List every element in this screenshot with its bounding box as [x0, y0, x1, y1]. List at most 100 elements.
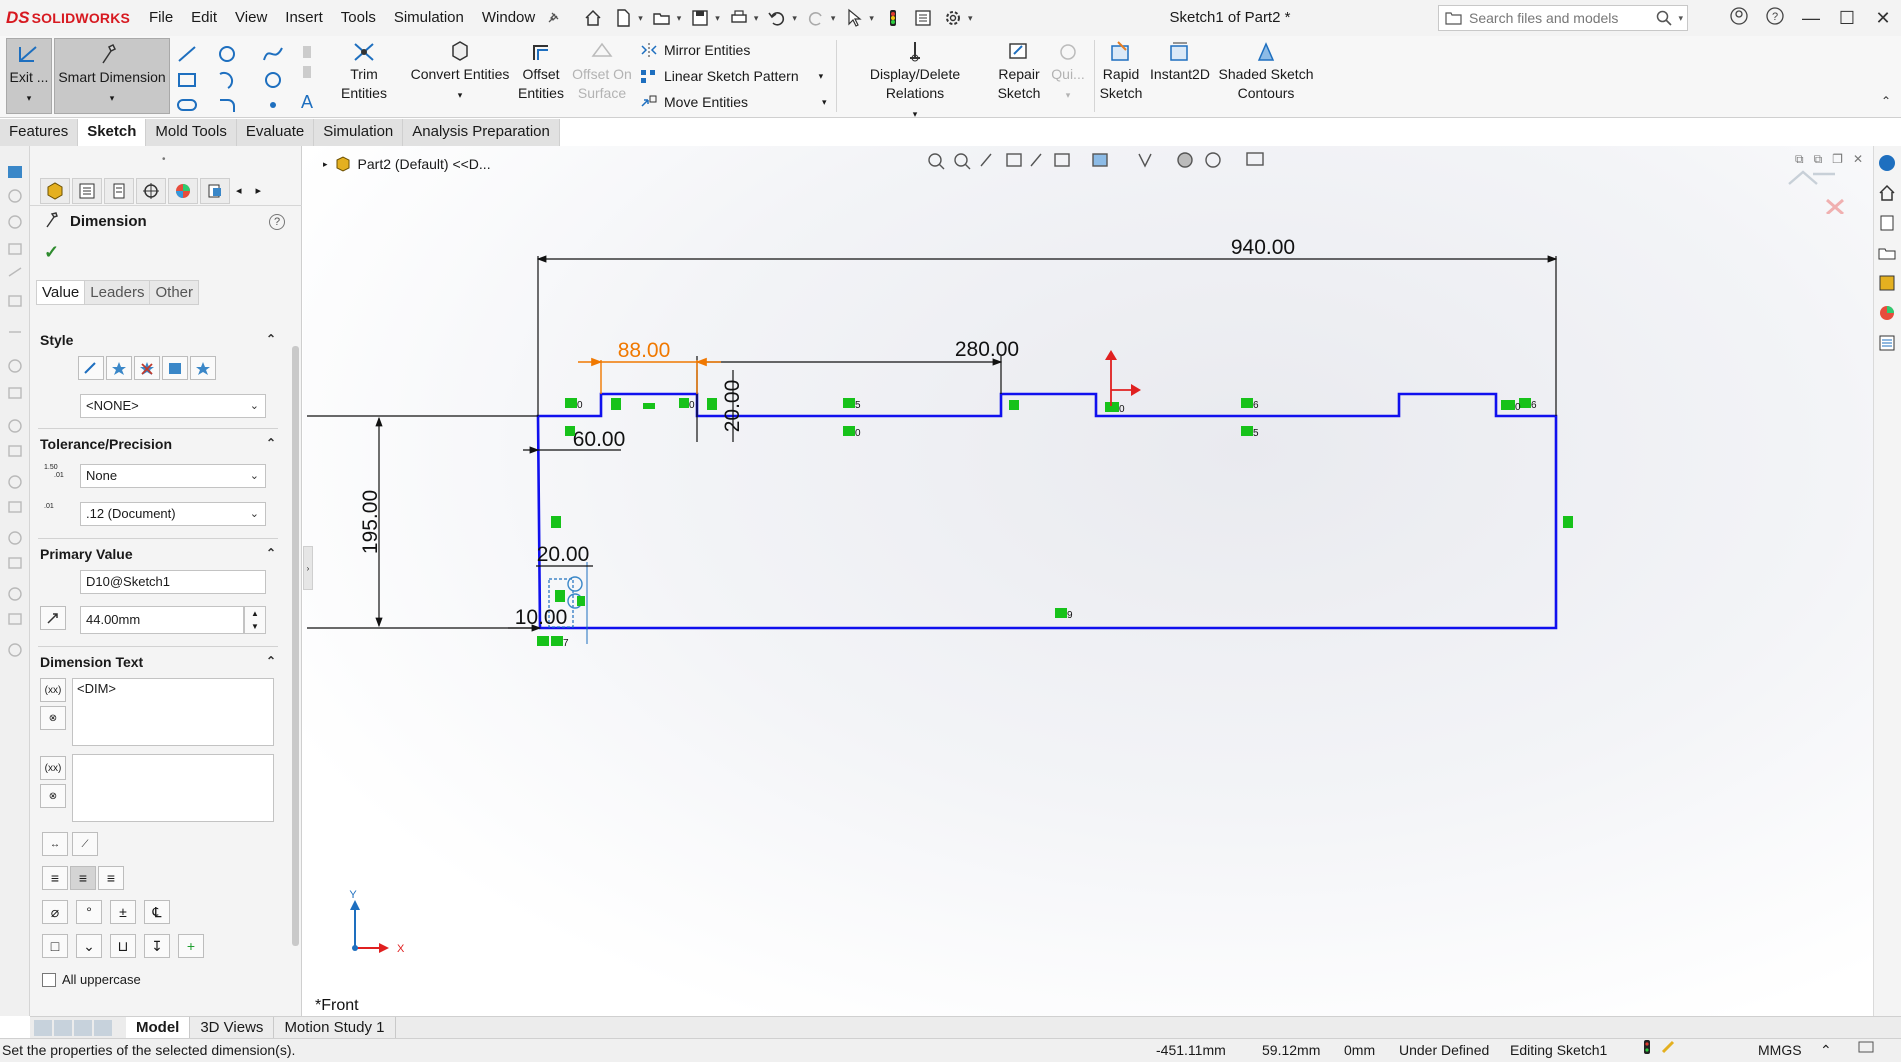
style-section-header[interactable]: Style ⌃ — [40, 332, 276, 348]
ok-checkmark-icon[interactable]: ✓ — [44, 242, 59, 263]
redo-dropdown-icon[interactable]: ▾ — [831, 13, 836, 24]
new-document-icon[interactable] — [612, 7, 634, 29]
mirror-entities-button[interactable]: Mirror Entities — [640, 42, 750, 58]
offset-entities-button[interactable]: Offset Entities — [516, 36, 566, 103]
appearances-icon[interactable] — [1876, 302, 1900, 326]
redo-icon[interactable] — [805, 7, 827, 29]
linear-sketch-pattern-button[interactable]: Linear Sketch Pattern ▾ — [640, 68, 823, 84]
tab-features[interactable]: Features — [0, 119, 79, 146]
slot-icon[interactable] — [176, 96, 198, 114]
trim-entities-button[interactable]: Trim Entities — [326, 36, 402, 103]
more-manager-icon[interactable] — [200, 177, 230, 204]
solidworks-resources-icon[interactable] — [1876, 152, 1900, 176]
panel-grip-icon[interactable]: • — [162, 154, 166, 165]
options-dropdown-icon[interactable]: ▾ — [968, 13, 973, 24]
home-icon[interactable] — [582, 7, 604, 29]
next-tab-icon[interactable] — [74, 1019, 92, 1036]
save-dropdown-icon[interactable]: ▾ — [715, 13, 720, 24]
unit-system[interactable]: MMGS — [1758, 1039, 1802, 1062]
pin-icon[interactable] — [546, 11, 560, 25]
file-explorer-icon[interactable] — [1876, 242, 1900, 266]
offset-text-icon[interactable]: ⊗ — [40, 784, 66, 808]
smart-dimension-button[interactable]: Smart Dimension ▾ — [54, 38, 170, 114]
view-palette-icon[interactable] — [1876, 272, 1900, 296]
dimension-10[interactable]: 10.00 — [515, 606, 568, 629]
collapse-ribbon-icon[interactable]: ⌃ — [1881, 94, 1891, 108]
style-select[interactable]: <NONE> ⌄ — [80, 394, 266, 418]
new-dropdown-icon[interactable]: ▾ — [638, 13, 643, 24]
arc-icon[interactable] — [216, 70, 238, 90]
offset-on-surface-button[interactable]: Offset On Surface — [570, 36, 634, 103]
tolerance-type-select[interactable]: None ⌄ — [80, 464, 266, 488]
fillet-icon[interactable] — [216, 96, 238, 114]
align-center-icon[interactable]: ≡ — [70, 866, 96, 890]
counterbore-symbol-icon[interactable]: ⊔ — [110, 934, 136, 958]
align-right-icon[interactable]: ≡ — [98, 866, 124, 890]
countersink-symbol-icon[interactable]: ⌄ — [76, 934, 102, 958]
user-account-icon[interactable] — [1721, 6, 1757, 30]
help-icon[interactable]: ? — [1757, 6, 1793, 30]
load-style-icon[interactable] — [190, 356, 216, 380]
custom-properties-icon[interactable] — [1876, 332, 1900, 356]
menu-file[interactable]: File — [140, 0, 182, 36]
tab-sketch[interactable]: Sketch — [78, 119, 147, 146]
spline-icon[interactable] — [262, 44, 284, 64]
delete-style-icon[interactable] — [134, 356, 160, 380]
rectangle-icon[interactable] — [176, 70, 198, 90]
select-dropdown-icon[interactable]: ▾ — [869, 13, 874, 24]
tab-model[interactable]: Model — [126, 1017, 191, 1038]
display-delete-relations-button[interactable]: Display/Delete Relations ▾ — [840, 36, 990, 124]
rapid-sketch-button[interactable]: Rapid Sketch — [1098, 36, 1144, 103]
line-icon[interactable] — [176, 44, 198, 64]
menu-edit[interactable]: Edit — [182, 0, 226, 36]
quick-tips-icon[interactable] — [1660, 1039, 1676, 1062]
convert-entities-button[interactable]: Convert Entities ▾ — [410, 36, 510, 105]
tolerance-section-header[interactable]: Tolerance/Precision ⌃ — [40, 436, 276, 452]
add-parentheses-icon[interactable]: (xx) — [40, 678, 66, 702]
center-dimension-icon[interactable]: (xx) — [40, 756, 66, 780]
open-dropdown-icon[interactable]: ▾ — [677, 13, 682, 24]
select-cursor-icon[interactable] — [843, 7, 865, 29]
collapse-tolerance-icon[interactable]: ⌃ — [266, 436, 276, 452]
units-dropdown-icon[interactable]: ⌃ — [1820, 1039, 1832, 1062]
dimension-940[interactable]: 940.00 — [1231, 236, 1295, 259]
undo-dropdown-icon[interactable]: ▾ — [792, 13, 797, 24]
unit-precision-select[interactable]: .12 (Document) ⌄ — [80, 502, 266, 526]
text-icon[interactable]: A — [300, 44, 314, 114]
align-left-icon[interactable]: ≡ — [42, 866, 68, 890]
collapse-dimension-text-icon[interactable]: ⌃ — [266, 654, 276, 670]
print-dropdown-icon[interactable]: ▾ — [754, 13, 759, 24]
degree-symbol-icon[interactable]: ° — [76, 900, 102, 924]
search-icon[interactable] — [1656, 10, 1673, 26]
sketch-origin[interactable] — [1105, 350, 1141, 406]
search-box[interactable]: Search files and models ▾ — [1438, 5, 1688, 31]
tab-other[interactable]: Other — [149, 280, 199, 305]
polygon-icon[interactable] — [262, 70, 284, 90]
apply-default-style-icon[interactable] — [78, 356, 104, 380]
tab-motion-study[interactable]: Motion Study 1 — [274, 1017, 396, 1038]
diameter-symbol-icon[interactable]: ⌀ — [42, 900, 68, 924]
tab-value[interactable]: Value — [36, 280, 86, 305]
menu-tools[interactable]: Tools — [332, 0, 385, 36]
search-dropdown-icon[interactable]: ▾ — [1678, 13, 1683, 24]
point-icon[interactable] — [262, 96, 284, 114]
menu-insert[interactable]: Insert — [276, 0, 332, 36]
solidworks-logo[interactable]: DS SOLIDWORKS — [0, 8, 140, 28]
tab-3d-views[interactable]: 3D Views — [190, 1017, 275, 1038]
undo-icon[interactable] — [766, 7, 788, 29]
square-symbol-icon[interactable]: □ — [42, 934, 68, 958]
file-properties-icon[interactable] — [912, 7, 934, 29]
more-symbols-icon[interactable]: + — [178, 934, 204, 958]
dimension-text-area-bottom[interactable] — [72, 754, 274, 822]
first-tab-icon[interactable] — [34, 1019, 52, 1036]
repair-sketch-button[interactable]: Repair Sketch — [994, 36, 1044, 103]
graphics-area[interactable]: ▸ Part2 (Default) <<D... ⧉ ⧉ ❐ ✕ 940.00 … — [303, 146, 1873, 1016]
close-icon[interactable]: ✕ — [1865, 8, 1901, 29]
tab-mold-tools[interactable]: Mold Tools — [146, 119, 237, 146]
dimension-88[interactable]: 88.00 — [618, 339, 671, 362]
configuration-manager-icon[interactable] — [104, 177, 134, 204]
tab-evaluate[interactable]: Evaluate — [236, 119, 315, 146]
scroll-left-icon[interactable]: ◂ — [236, 184, 242, 197]
dimension-20-vertical[interactable]: 20.00 — [721, 380, 744, 433]
dimension-text-section-header[interactable]: Dimension Text ⌃ — [40, 654, 276, 670]
